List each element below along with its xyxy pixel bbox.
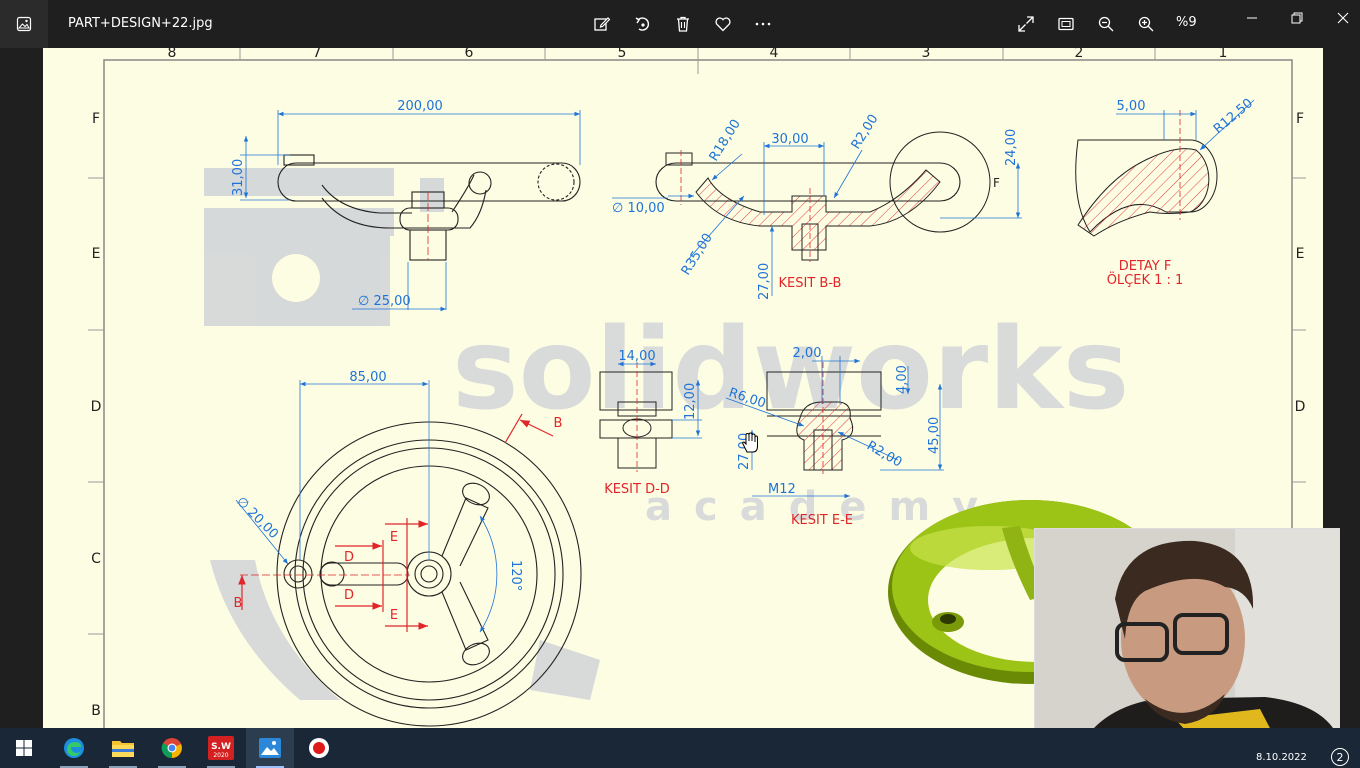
- chrome-browser-icon[interactable]: [148, 728, 196, 768]
- dim-4: 4,00: [895, 365, 910, 394]
- dim-diameter-25: ∅ 25,00: [358, 294, 411, 309]
- dim-85: 85,00: [349, 370, 386, 385]
- photos-app-icon[interactable]: [0, 0, 48, 48]
- dim-24: 24,00: [1004, 129, 1019, 166]
- zoom-in-icon[interactable]: [1132, 10, 1160, 38]
- detail-f-label: DETAY F: [1119, 259, 1172, 274]
- section-e-e-label: KESIT E-E: [791, 513, 853, 528]
- grid-col-6: 6: [465, 48, 474, 61]
- grid-col-8: 8: [168, 48, 177, 61]
- solidworks-version: 2020: [213, 752, 228, 759]
- title-bar: PART+DESIGN+22.jpg %9: [0, 0, 1360, 48]
- dim-14: 14,00: [618, 349, 655, 364]
- solidworks-app-icon[interactable]: S.W 2020: [197, 728, 245, 768]
- grid-col-2: 2: [1075, 48, 1084, 61]
- grid-row-d-right: D: [1295, 399, 1306, 415]
- zoom-out-icon[interactable]: [1092, 10, 1120, 38]
- more-options-icon[interactable]: [749, 10, 777, 38]
- taskbar-clock[interactable]: 8.10.2022: [1256, 752, 1307, 763]
- section-marker-d-bottom: D: [344, 588, 354, 603]
- section-marker-d-top: D: [344, 550, 354, 565]
- dim-120-deg: 120°: [508, 560, 523, 591]
- grid-row-f-right: F: [1296, 111, 1304, 127]
- dim-2: 2,00: [793, 346, 822, 361]
- screen-recorder-icon[interactable]: [295, 728, 343, 768]
- file-name: PART+DESIGN+22.jpg: [68, 16, 213, 31]
- grid-row-e: E: [92, 246, 101, 262]
- full-screen-icon[interactable]: [1012, 10, 1040, 38]
- section-b-b-label: KESIT B-B: [779, 276, 842, 291]
- svg-text:S.W: S.W: [211, 742, 231, 752]
- grid-row-e-right: E: [1296, 246, 1305, 262]
- section-d-d-label: KESIT D-D: [604, 482, 670, 497]
- delete-icon[interactable]: [669, 10, 697, 38]
- close-icon[interactable]: [1331, 8, 1355, 28]
- edge-browser-icon[interactable]: [50, 728, 98, 768]
- grid-row-b: B: [91, 703, 101, 719]
- photos-taskbar-icon[interactable]: [246, 728, 294, 768]
- webcam-overlay: [1034, 528, 1340, 758]
- rotate-icon[interactable]: [629, 10, 657, 38]
- dim-m12: M12: [768, 482, 796, 497]
- section-marker-b-left: B: [234, 596, 243, 611]
- section-marker-b-top: B: [554, 416, 563, 431]
- grid-col-5: 5: [618, 48, 627, 61]
- grid-col-3: 3: [922, 48, 931, 61]
- dim-5: 5,00: [1117, 99, 1146, 114]
- section-marker-e-top: E: [390, 530, 398, 545]
- dim-12: 12,00: [683, 383, 698, 420]
- start-windows-icon[interactable]: [0, 728, 48, 768]
- grid-col-4: 4: [770, 48, 779, 61]
- dim-31: 31,00: [231, 159, 246, 196]
- notification-badge[interactable]: 2: [1331, 748, 1349, 766]
- grid-col-7: 7: [313, 48, 322, 61]
- grid-row-f: F: [92, 111, 100, 127]
- file-explorer-icon[interactable]: [99, 728, 147, 768]
- section-marker-e-bottom: E: [390, 608, 398, 623]
- minimize-icon[interactable]: [1240, 8, 1264, 28]
- edit-icon[interactable]: [588, 10, 616, 38]
- dim-30: 30,00: [771, 132, 808, 147]
- favorite-heart-icon[interactable]: [709, 10, 737, 38]
- grid-row-c: C: [91, 551, 101, 567]
- restore-icon[interactable]: [1285, 8, 1309, 28]
- zoom-level[interactable]: %9: [1176, 15, 1197, 30]
- dim-45: 45,00: [927, 417, 942, 454]
- dim-200: 200,00: [397, 99, 443, 114]
- detail-marker-f: F: [993, 176, 1000, 190]
- dim-27-top: 27,00: [757, 263, 772, 300]
- detail-f-scale: ÖLÇEK 1 : 1: [1107, 271, 1184, 288]
- grid-col-1: 1: [1219, 48, 1228, 61]
- hand-cursor-icon: [740, 432, 760, 458]
- fit-to-window-icon[interactable]: [1052, 10, 1080, 38]
- grid-row-d: D: [91, 399, 102, 415]
- dim-diameter-10: ∅ 10,00: [612, 201, 665, 216]
